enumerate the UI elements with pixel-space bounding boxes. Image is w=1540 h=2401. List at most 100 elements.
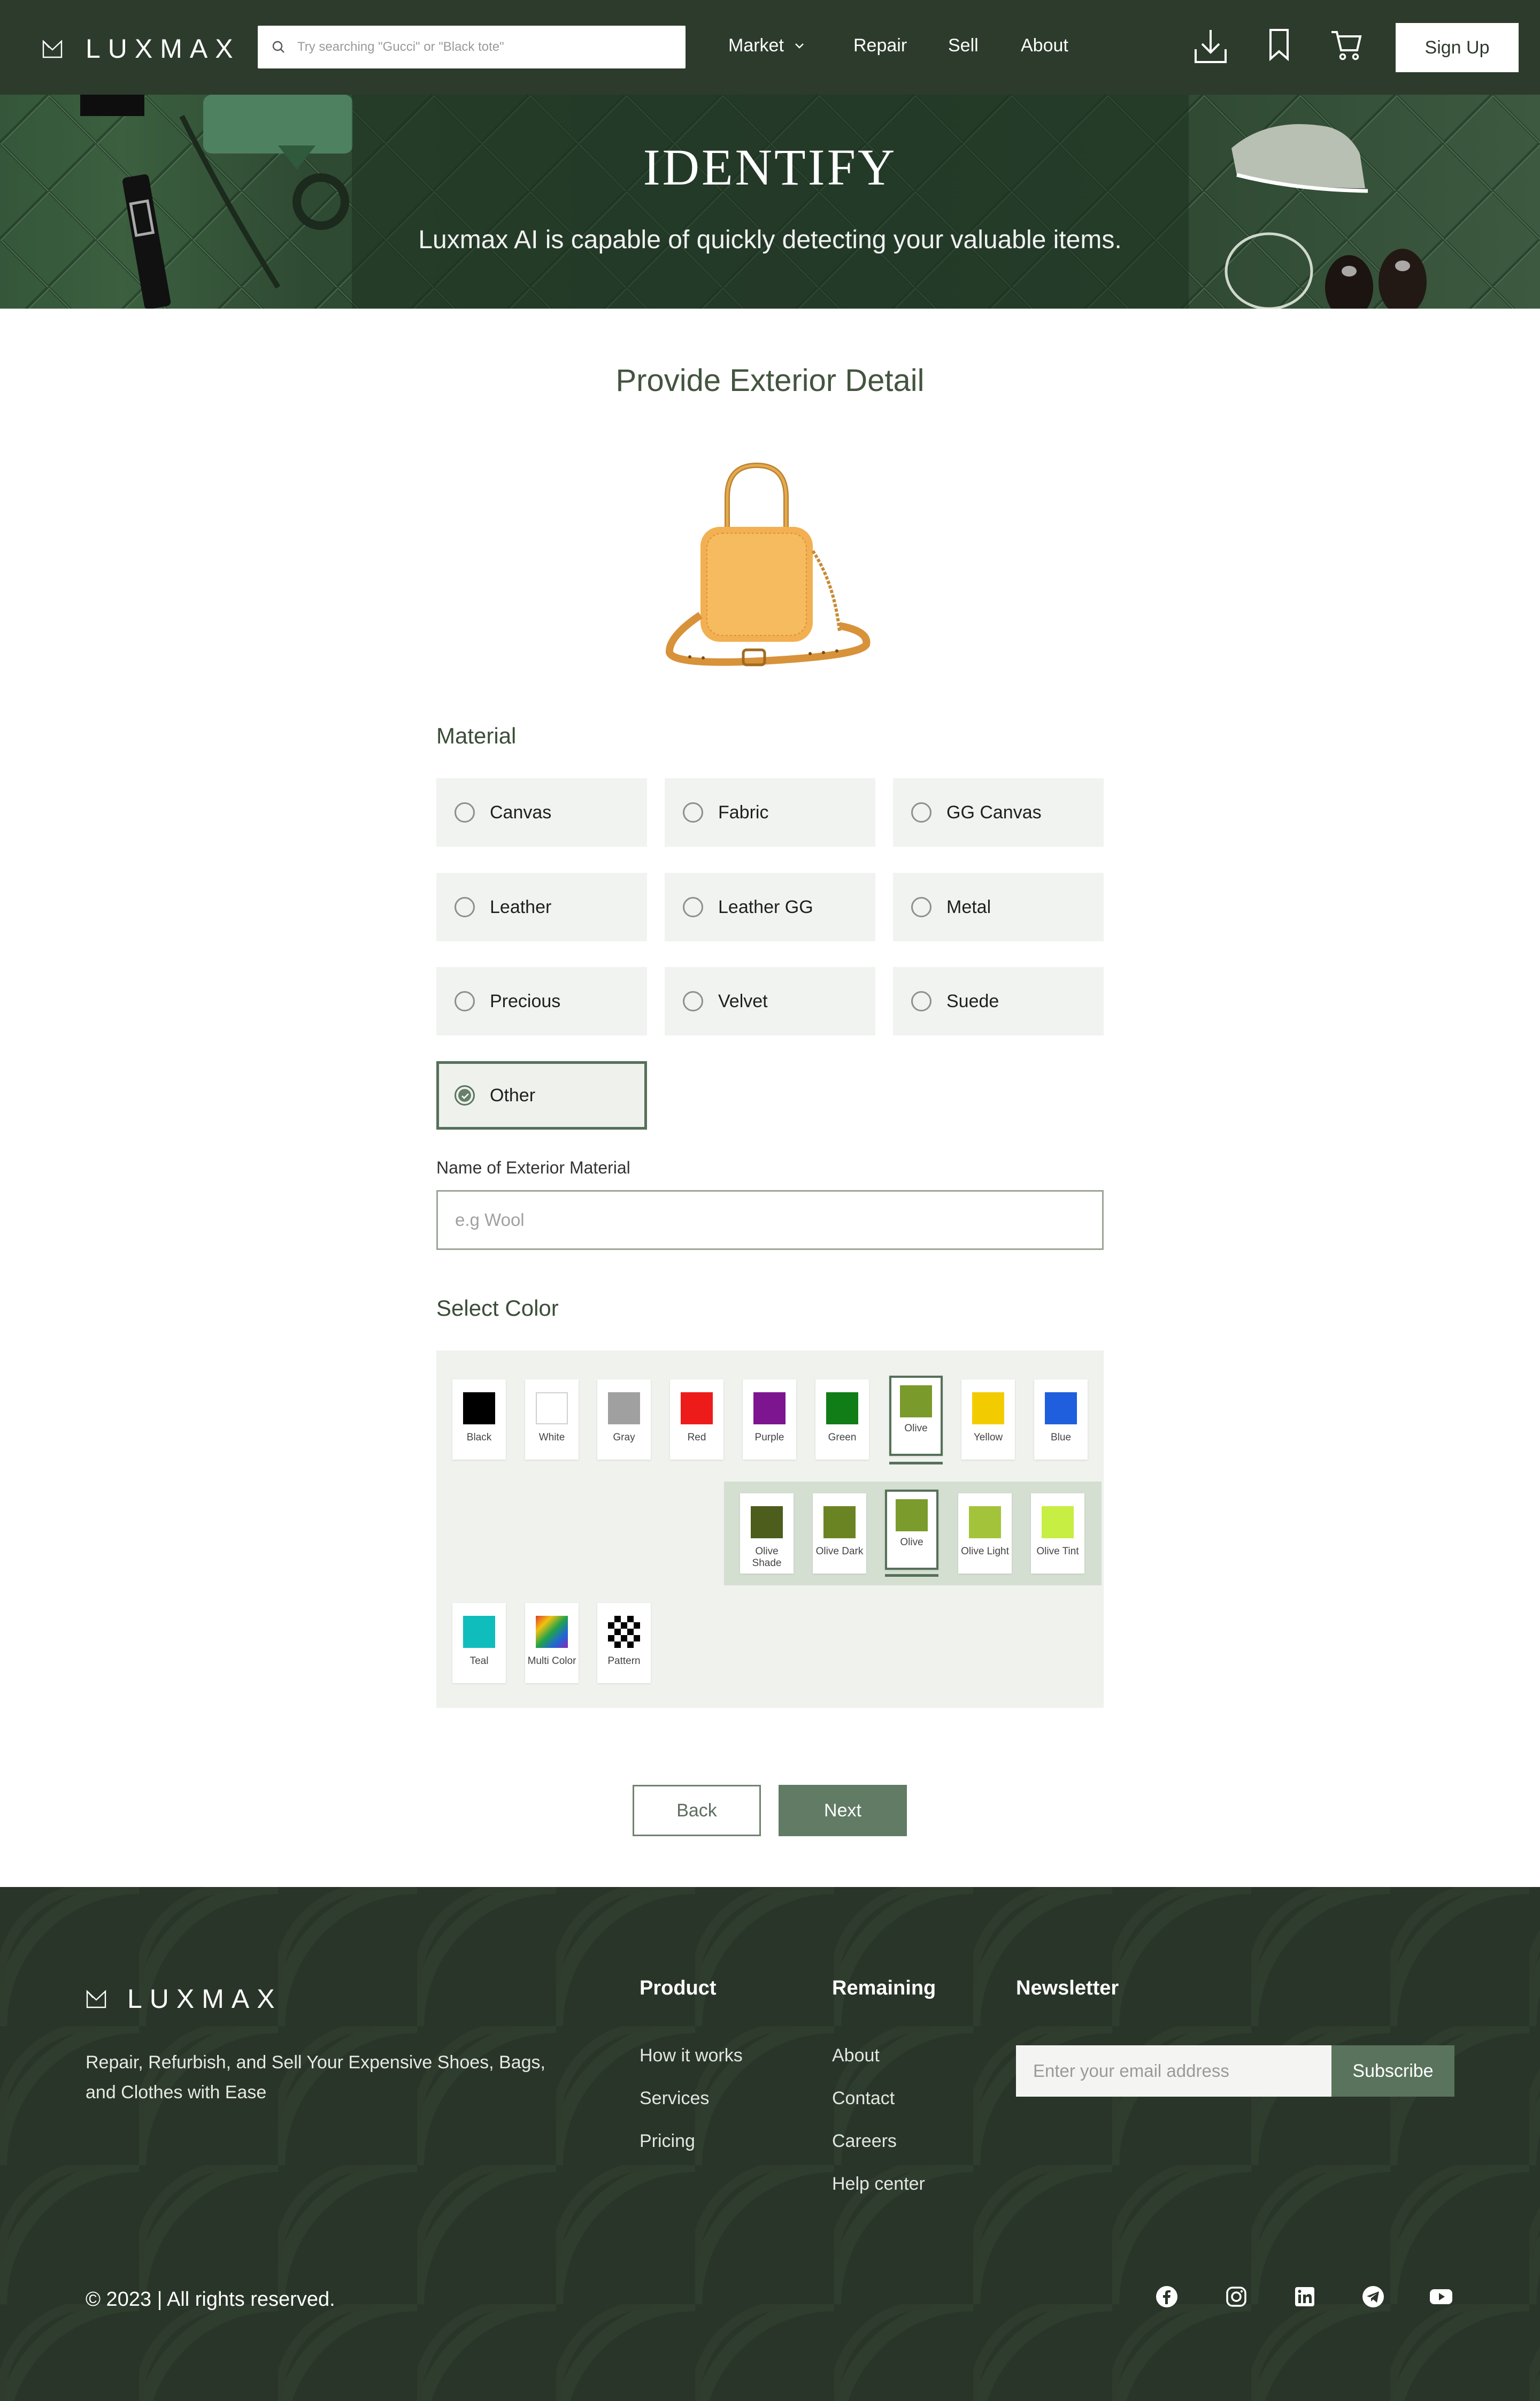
nav-repair[interactable]: Repair <box>853 35 907 56</box>
swatch-label: Yellow <box>973 1432 1003 1443</box>
footer-link-how-it-works[interactable]: How it works <box>640 2045 743 2066</box>
color-swatch-yellow[interactable]: Yellow <box>961 1379 1015 1460</box>
color-swatch-purple[interactable]: Purple <box>743 1379 796 1460</box>
color-swatch-olive-shade[interactable]: Olive Shade <box>740 1493 794 1574</box>
nav-about-label: About <box>1021 35 1068 56</box>
material-option-label: GG Canvas <box>946 802 1042 823</box>
footer-brand-name: LUXMAX <box>127 1984 282 2014</box>
search-icon <box>272 41 284 53</box>
color-swatch-white[interactable]: White <box>525 1379 579 1460</box>
material-option-leather-gg[interactable]: Leather GG <box>665 873 875 941</box>
color-chip <box>1045 1392 1077 1424</box>
subscribe-button[interactable]: Subscribe <box>1331 2045 1454 2097</box>
color-chip <box>463 1616 495 1648</box>
material-option-label: Fabric <box>718 802 769 823</box>
material-option-label: Canvas <box>490 802 552 823</box>
swatch-label: Olive <box>904 1423 928 1434</box>
footer-link-careers[interactable]: Careers <box>832 2131 897 2152</box>
color-chip <box>900 1385 932 1417</box>
swatch-label: Green <box>828 1432 857 1443</box>
footer-brand-logo[interactable]: LUXMAX <box>86 1983 282 2014</box>
footer-link-pricing[interactable]: Pricing <box>640 2131 695 2152</box>
nav-sell[interactable]: Sell <box>948 35 979 56</box>
search-bar[interactable] <box>258 26 686 68</box>
material-option-leather[interactable]: Leather <box>436 873 647 941</box>
nav-sell-label: Sell <box>948 35 979 56</box>
hero-subtitle: Luxmax AI is capable of quickly detectin… <box>418 226 1122 254</box>
youtube-icon[interactable] <box>1429 2285 1453 2308</box>
color-swatch-red[interactable]: Red <box>670 1379 723 1460</box>
color-swatch-green[interactable]: Green <box>815 1379 869 1460</box>
brand-logo[interactable]: LUXMAX <box>42 33 241 64</box>
nav-about[interactable]: About <box>1021 35 1068 56</box>
material-option-other[interactable]: Other <box>436 1061 647 1130</box>
color-swatch-olive-dark[interactable]: Olive Dark <box>813 1493 866 1574</box>
swatch-label: Olive Dark <box>815 1546 864 1557</box>
radio-button <box>911 802 931 823</box>
next-button[interactable]: Next <box>779 1785 907 1836</box>
material-option-velvet[interactable]: Velvet <box>665 967 875 1035</box>
swatch-label: White <box>538 1432 565 1443</box>
swatch-label: Olive Tint <box>1036 1546 1079 1557</box>
color-swatch-olive-light[interactable]: Olive Light <box>958 1493 1012 1574</box>
linkedin-icon[interactable] <box>1293 2285 1316 2308</box>
copyright-text: © 2023 | All rights reserved. <box>86 2288 335 2311</box>
material-option-label: Precious <box>490 991 561 1011</box>
nav-market[interactable]: Market <box>728 35 804 56</box>
page-title: Provide Exterior Detail <box>615 363 925 398</box>
footer-link-contact[interactable]: Contact <box>832 2088 895 2109</box>
color-chip <box>608 1616 640 1648</box>
color-chip <box>896 1499 928 1531</box>
facebook-icon[interactable] <box>1155 2285 1179 2308</box>
footer-link-services[interactable]: Services <box>640 2088 709 2109</box>
material-option-precious[interactable]: Precious <box>436 967 647 1035</box>
bookmark-icon[interactable] <box>1268 28 1290 62</box>
search-input[interactable] <box>297 40 661 55</box>
color-swatch-teal[interactable]: Teal <box>452 1603 506 1683</box>
footer-link-about[interactable]: About <box>832 2045 880 2066</box>
color-chip <box>463 1392 495 1424</box>
color-swatch-gray[interactable]: Gray <box>597 1379 651 1460</box>
footer-background-pattern <box>0 1887 1540 2401</box>
color-swatch-multi-color[interactable]: Multi Color <box>525 1603 579 1683</box>
sign-up-button[interactable]: Sign Up <box>1396 23 1519 72</box>
color-chip <box>536 1392 568 1424</box>
instagram-icon[interactable] <box>1225 2285 1248 2308</box>
color-swatch-black[interactable]: Black <box>452 1379 506 1460</box>
hero-left-products-image <box>80 95 353 309</box>
newsletter-email-input[interactable] <box>1016 2045 1331 2097</box>
hero-title: IDENTIFY <box>643 139 897 196</box>
color-chip <box>536 1616 568 1648</box>
hero-right-shoes-image <box>1225 124 1427 309</box>
cart-icon[interactable] <box>1330 28 1362 62</box>
material-option-suede[interactable]: Suede <box>893 967 1104 1035</box>
radio-button <box>455 802 475 823</box>
download-icon[interactable] <box>1194 28 1228 64</box>
material-option-fabric[interactable]: Fabric <box>665 778 875 847</box>
swatch-label: Purple <box>754 1432 784 1443</box>
swatch-label: Olive Light <box>961 1546 1009 1557</box>
nav-repair-label: Repair <box>853 35 907 56</box>
footer-link-help-center[interactable]: Help center <box>832 2174 925 2195</box>
color-swatch-olive-tint[interactable]: Olive Tint <box>1031 1493 1084 1574</box>
color-swatch-olive-shade-selected[interactable]: Olive <box>885 1490 938 1570</box>
nav-market-label: Market <box>728 35 784 56</box>
telegram-icon[interactable] <box>1361 2285 1385 2308</box>
swatch-label: Olive Shade <box>752 1546 782 1569</box>
material-option-canvas[interactable]: Canvas <box>436 778 647 847</box>
color-swatch-blue[interactable]: Blue <box>1034 1379 1088 1460</box>
swatch-label: Red <box>687 1432 706 1443</box>
material-option-label: Leather GG <box>718 896 813 917</box>
material-option-label: Leather <box>490 896 552 917</box>
color-chip <box>826 1392 858 1424</box>
exterior-material-name-input[interactable] <box>436 1190 1104 1250</box>
material-option-gg-canvas[interactable]: GG Canvas <box>893 778 1104 847</box>
footer-tagline: Repair, Refurbish, and Sell Your Expensi… <box>86 2052 545 2103</box>
color-swatch-pattern[interactable]: Pattern <box>597 1603 651 1683</box>
exterior-material-name-label: Name of Exterior Material <box>436 1158 630 1177</box>
material-option-metal[interactable]: Metal <box>893 873 1104 941</box>
back-button[interactable]: Back <box>633 1785 761 1836</box>
top-navbar: LUXMAX Market Repair Sell About Sign Up <box>0 0 1540 95</box>
color-swatch-olive[interactable]: Olive <box>889 1376 943 1456</box>
radio-button <box>455 991 475 1011</box>
